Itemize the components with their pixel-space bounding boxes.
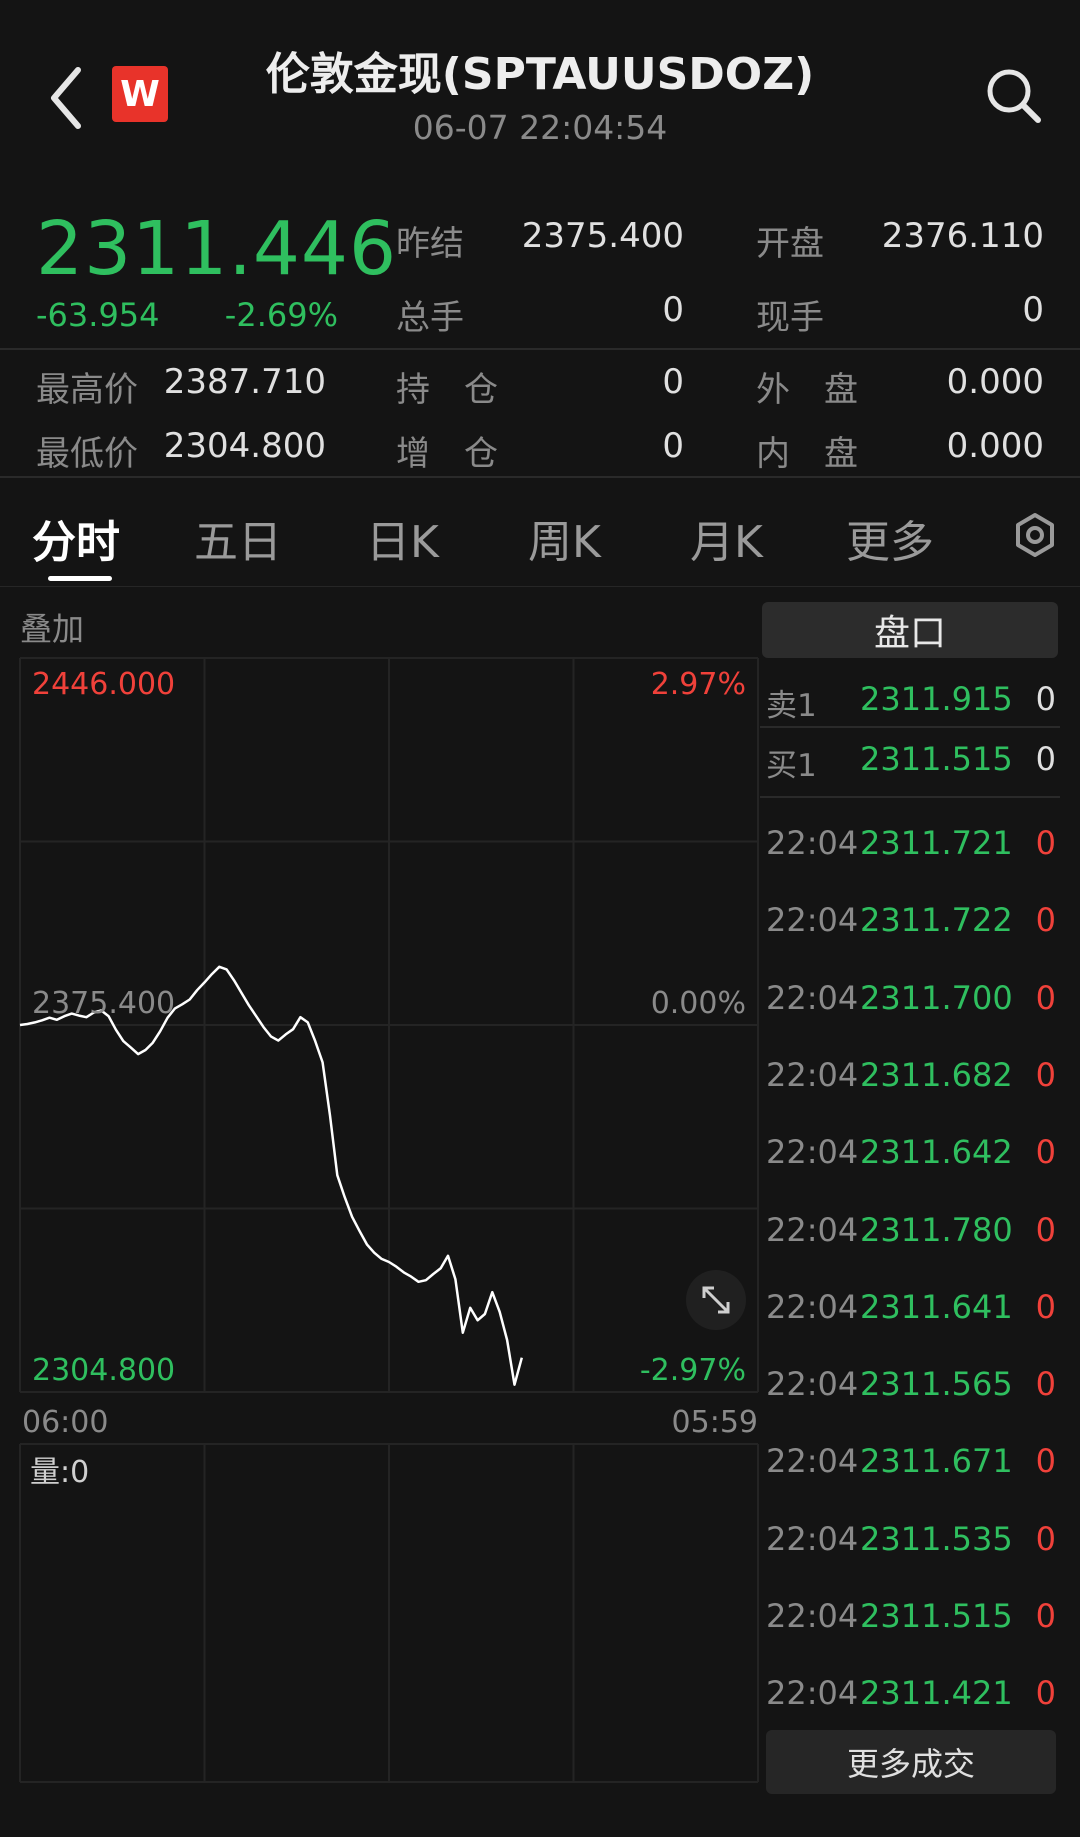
stat-label: 开盘 (756, 224, 824, 264)
stat-label: 现手 (756, 298, 824, 338)
x-axis-end-label: 05:59 (672, 1405, 758, 1440)
volume-label: 量:0 (30, 1455, 89, 1490)
divider (760, 796, 1060, 798)
intraday-chart: 2446.000 2375.400 2304.800 2.97% 0.00% -… (19, 657, 759, 1783)
stat-label: 内 盘 (756, 434, 858, 474)
bid1-volume: 0 (1035, 740, 1056, 778)
trade-price: 2311.641 (860, 1287, 1013, 1326)
more-trades-button[interactable]: 更多成交 (766, 1730, 1056, 1794)
ask1-price: 2311.915 (860, 680, 1013, 718)
trade-volume: 0 (1035, 1133, 1056, 1172)
trade-volume: 0 (1035, 1365, 1056, 1404)
trade-time: 22:04 (766, 1674, 859, 1713)
x-axis-start-label: 06:00 (22, 1405, 108, 1440)
trade-time: 22:04 (766, 1287, 859, 1326)
ask1-volume: 0 (1035, 680, 1056, 718)
stat-label: 外 盘 (756, 370, 858, 410)
trade-time: 22:04 (766, 1365, 859, 1404)
trade-time: 22:04 (766, 824, 859, 862)
trade-time: 22:04 (766, 1210, 859, 1249)
trade-volume: 0 (1035, 1055, 1056, 1094)
trade-price: 2311.722 (860, 901, 1013, 940)
trade-volume: 0 (1035, 1674, 1056, 1713)
trade-volume: 0 (1035, 1597, 1056, 1635)
pct-axis-min-label: -2.97% (640, 1353, 746, 1388)
trade-time: 22:04 (766, 1442, 859, 1481)
search-icon[interactable] (984, 66, 1044, 126)
trade-time: 22:04 (766, 901, 859, 940)
bid1-price: 2311.515 (860, 740, 1013, 778)
chart-grid (19, 657, 759, 1783)
trade-volume: 0 (1035, 1287, 1056, 1326)
ask1-label: 卖1 (766, 688, 817, 724)
y-axis-min-label: 2304.800 (32, 1353, 175, 1388)
trade-price: 2311.535 (860, 1519, 1013, 1558)
trade-time: 22:04 (766, 1519, 859, 1558)
trade-price: 2311.682 (860, 1055, 1013, 1094)
trade-time: 22:04 (766, 978, 859, 1017)
stat-value: 2376.110 (881, 216, 1044, 256)
trade-price: 2311.671 (860, 1442, 1013, 1481)
stat-value: 0.000 (946, 362, 1044, 402)
trade-time: 22:04 (766, 1597, 859, 1635)
pct-axis-mid-label: 0.00% (651, 986, 746, 1021)
trade-volume: 0 (1035, 824, 1056, 862)
divider (760, 726, 1060, 728)
trade-price: 2311.421 (860, 1674, 1013, 1713)
trade-price: 2311.642 (860, 1133, 1013, 1172)
trade-time: 22:04 (766, 1133, 859, 1172)
pct-axis-max-label: 2.97% (651, 667, 746, 702)
tab-more[interactable]: 更多 (846, 506, 934, 570)
trade-price: 2311.565 (860, 1365, 1013, 1404)
trade-volume: 0 (1035, 978, 1056, 1017)
trade-price: 2311.515 (860, 1597, 1013, 1635)
trade-volume: 0 (1035, 1442, 1056, 1481)
expand-icon[interactable] (686, 1270, 746, 1330)
trade-price: 2311.700 (860, 978, 1013, 1017)
settings-icon[interactable] (1010, 510, 1060, 560)
stat-value: 0 (1022, 290, 1044, 330)
trade-price: 2311.780 (860, 1210, 1013, 1249)
trade-volume: 0 (1035, 1519, 1056, 1558)
y-axis-max-label: 2446.000 (32, 667, 175, 702)
trade-volume: 0 (1035, 901, 1056, 940)
price-line (19, 965, 524, 1386)
stat-value: 0.000 (946, 426, 1044, 466)
y-axis-mid-label: 2375.400 (32, 986, 175, 1021)
bid1-label: 买1 (766, 748, 817, 784)
orderbook-button[interactable]: 盘口 (762, 602, 1058, 658)
trade-price: 2311.721 (860, 824, 1013, 862)
trade-volume: 0 (1035, 1210, 1056, 1249)
trade-time: 22:04 (766, 1055, 859, 1094)
